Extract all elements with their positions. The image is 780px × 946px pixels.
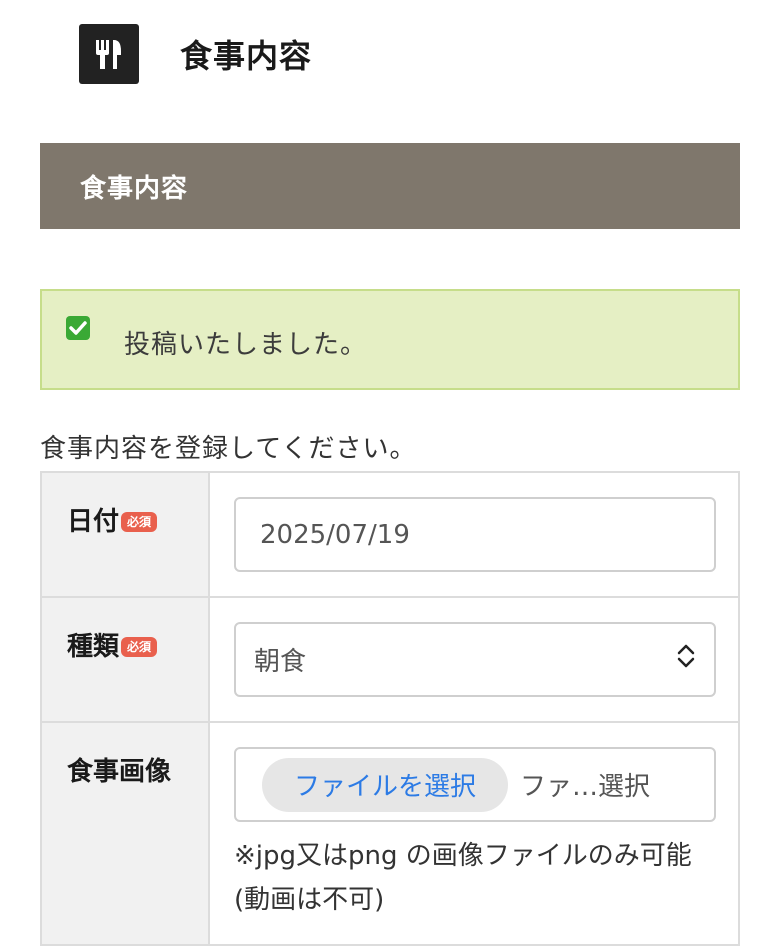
utensils-icon	[79, 24, 139, 84]
type-field-cell: 朝食	[208, 596, 740, 723]
type-label: 種類	[67, 632, 120, 662]
section-header: 食事内容	[40, 143, 740, 229]
section-title: 食事内容	[80, 173, 189, 204]
required-badge: 必須	[121, 636, 158, 657]
page-header: 食事内容	[79, 24, 312, 84]
form-row-date: 日付 必須 2025/07/19	[40, 471, 740, 598]
success-alert: 投稿いたしました。	[40, 289, 740, 390]
form-instructions: 食事内容を登録してください。	[40, 434, 417, 464]
checkbox-checked-icon	[65, 315, 91, 341]
date-field-cell: 2025/07/19	[208, 471, 740, 598]
image-label: 食事画像	[67, 757, 172, 787]
type-label-cell: 種類 必須	[40, 596, 210, 723]
form-row-type: 種類 必須 朝食	[40, 596, 740, 723]
file-status: ファ…選択	[520, 772, 651, 802]
meal-form: 日付 必須 2025/07/19 種類 必須 朝食 食事画像 ファイルを選択 フ…	[40, 471, 740, 946]
date-label-cell: 日付 必須	[40, 471, 210, 598]
choose-file-button[interactable]: ファイルを選択	[262, 757, 509, 812]
chevron-up-down-icon	[676, 643, 696, 676]
meal-type-value: 朝食	[254, 647, 307, 677]
required-badge: 必須	[121, 511, 158, 532]
date-label: 日付	[67, 507, 120, 537]
date-input[interactable]: 2025/07/19	[234, 497, 716, 572]
meal-type-select[interactable]: 朝食	[234, 622, 716, 697]
file-note: ※jpg又はpng の画像ファイルのみ可能(動画は不可)	[234, 841, 692, 915]
alert-message: 投稿いたしました。	[124, 330, 368, 360]
form-row-image: 食事画像 ファイルを選択 ファ…選択 ※jpg又はpng の画像ファイルのみ可能…	[40, 721, 740, 946]
image-field-cell: ファイルを選択 ファ…選択 ※jpg又はpng の画像ファイルのみ可能(動画は不…	[208, 721, 740, 946]
file-input[interactable]: ファイルを選択 ファ…選択	[234, 747, 716, 822]
image-label-cell: 食事画像	[40, 721, 210, 946]
page-title: 食事内容	[180, 37, 313, 75]
